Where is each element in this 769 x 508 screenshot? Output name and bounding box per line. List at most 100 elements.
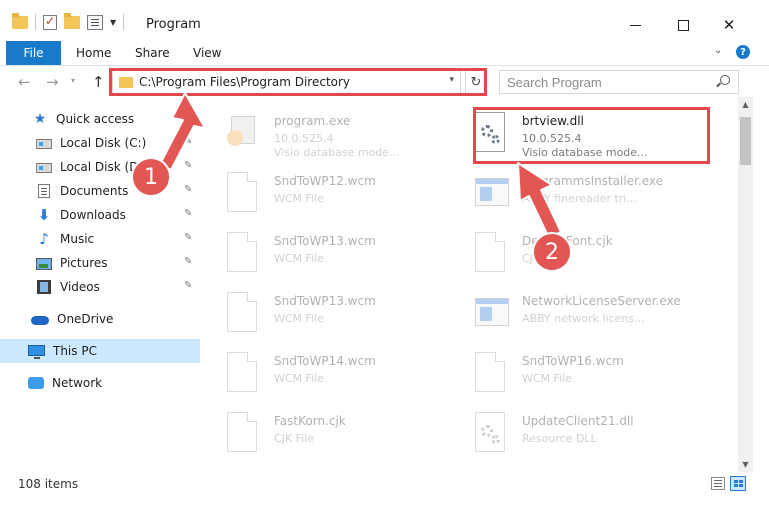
file-type: WCM File	[274, 312, 324, 325]
file-name: SndToWP16.wcm	[522, 354, 624, 368]
step-1-badge: 1	[131, 157, 171, 197]
tab-share[interactable]: Share	[135, 46, 170, 60]
minimize-button[interactable]	[612, 10, 658, 40]
search-icon[interactable]	[720, 75, 730, 85]
sidebar-item-label: Pictures	[60, 256, 108, 270]
scroll-up-icon[interactable]: ▲	[738, 97, 753, 112]
file-tile[interactable]: NetworkLicenseServer.exe ABBY network li…	[448, 286, 688, 340]
expand-ribbon-icon[interactable]: ⌄	[714, 45, 722, 56]
sidebar-item-onedrive[interactable]: OneDrive	[0, 307, 200, 331]
pin-icon[interactable]: ✎	[184, 232, 192, 243]
step-2-badge: 2	[532, 232, 572, 272]
file-tile[interactable]: SndToWP13.wcm WCM File	[200, 286, 440, 340]
file-tile[interactable]: SndToWP13.wcm WCM File	[200, 226, 440, 280]
file-type: CJK File	[274, 432, 315, 445]
disk-icon	[36, 163, 52, 173]
sidebar-item-label: Videos	[60, 280, 100, 294]
properties-icon[interactable]	[87, 14, 103, 30]
sidebar-item-downloads[interactable]: ⬇ Downloads ✎	[0, 203, 200, 227]
file-icon	[475, 232, 505, 272]
back-button[interactable]: ←	[18, 73, 31, 91]
toolbar-divider	[35, 14, 36, 30]
new-folder-icon[interactable]	[64, 12, 80, 29]
ribbon: File Home Share View ⌄ ?	[0, 41, 769, 66]
file-name: program.exe	[274, 114, 351, 128]
file-tile[interactable]: UpdateClient21.dll Resource DLL	[448, 406, 688, 460]
maximize-button[interactable]	[660, 10, 706, 40]
tab-view[interactable]: View	[193, 46, 221, 60]
sidebar-item-pictures[interactable]: Pictures ✎	[0, 251, 200, 275]
toolbar-divider	[123, 14, 125, 30]
file-tile[interactable]: FastKorn.cjk CJK File	[200, 406, 440, 460]
sidebar-item-videos[interactable]: Videos ✎	[0, 275, 200, 299]
scrollbar-thumb[interactable]	[740, 117, 751, 165]
file-type: WCM File	[522, 372, 572, 385]
customize-toolbar-icon[interactable]: ▼	[110, 18, 116, 27]
pin-icon[interactable]: ✎	[184, 136, 192, 147]
search-box[interactable]	[499, 70, 739, 94]
sidebar-item-label: This PC	[53, 344, 97, 358]
sidebar-item-network[interactable]: Network	[0, 371, 200, 395]
file-icon	[227, 412, 257, 452]
file-name: NetworkLicenseServer.exe	[522, 294, 681, 308]
file-tile[interactable]: ProgrammsInstaller.exe ABBY finereader t…	[448, 166, 688, 220]
recent-locations-button[interactable]: ▾	[71, 76, 75, 85]
sidebar-item-label: Music	[60, 232, 95, 246]
window-title: Program	[146, 17, 201, 32]
file-icon	[227, 352, 257, 392]
file-name: UpdateClient21.dll	[522, 414, 634, 428]
file-name: SndToWP13.wcm	[274, 234, 376, 248]
tiles-view-icon[interactable]	[730, 476, 746, 491]
vertical-scrollbar[interactable]: ▲ ▼	[738, 97, 753, 472]
file-tile[interactable]: SndToWP16.wcm WCM File	[448, 346, 688, 400]
exe-icon	[475, 298, 509, 326]
maximize-icon	[677, 19, 689, 31]
file-description: Visio database mode...	[274, 146, 400, 159]
star-icon: ★	[33, 111, 47, 127]
pin-icon[interactable]: ✎	[184, 280, 192, 291]
sidebar-item-music[interactable]: ♪ Music ✎	[0, 227, 200, 251]
sidebar-item-quick-access[interactable]: ★ Quick access	[0, 107, 200, 131]
file-icon	[475, 352, 505, 392]
pin-icon[interactable]: ✎	[184, 256, 192, 267]
documents-icon	[38, 184, 50, 198]
network-icon	[28, 377, 44, 389]
this-pc-icon	[28, 344, 45, 359]
pin-icon[interactable]: ✎	[184, 208, 192, 219]
properties-check-icon[interactable]	[43, 14, 57, 30]
file-tile[interactable]: SndToWP12.wcm WCM File	[200, 166, 440, 220]
scroll-down-icon[interactable]: ▼	[738, 457, 753, 472]
tab-home[interactable]: Home	[76, 46, 111, 60]
details-view-icon[interactable]	[711, 477, 725, 490]
close-button[interactable]: ✕	[706, 10, 752, 40]
file-description: ABBY finereader tri...	[522, 192, 637, 205]
file-type: WCM File	[274, 252, 324, 265]
file-type: WCM File	[274, 372, 324, 385]
pin-icon[interactable]: ✎	[184, 160, 192, 171]
address-highlight-box	[109, 68, 487, 96]
program-icon	[227, 116, 259, 148]
navigation-pane: ★ Quick access Local Disk (C:) ✎ Local D…	[0, 100, 200, 472]
help-icon[interactable]: ?	[736, 45, 750, 59]
file-icon	[227, 172, 257, 212]
sidebar-item-local-disk-c[interactable]: Local Disk (C:) ✎	[0, 131, 200, 155]
pictures-icon	[36, 257, 52, 270]
title-bar: ▼ Program ✕	[0, 0, 769, 45]
search-input[interactable]	[507, 74, 707, 90]
dll-gear-icon	[475, 412, 505, 452]
tab-file[interactable]: File	[6, 41, 61, 65]
file-tile[interactable]: SndToWP14.wcm WCM File	[200, 346, 440, 400]
sidebar-item-label: Quick access	[56, 112, 135, 126]
up-button[interactable]: ↑	[92, 73, 105, 91]
minimize-icon	[629, 24, 641, 26]
sidebar-item-label: Local Disk (C:)	[60, 136, 147, 150]
file-description: ABBY network licens...	[522, 312, 645, 325]
file-tile-program-exe[interactable]: program.exe 10.0.525.4 Visio database mo…	[200, 106, 440, 160]
file-name: SndToWP12.wcm	[274, 174, 376, 188]
sidebar-item-this-pc[interactable]: This PC	[0, 339, 200, 363]
file-name: SndToWP13.wcm	[274, 294, 376, 308]
pin-icon[interactable]: ✎	[184, 184, 192, 195]
file-icon	[227, 292, 257, 332]
downloads-icon: ⬇	[37, 206, 51, 224]
forward-button[interactable]: →	[46, 73, 59, 91]
